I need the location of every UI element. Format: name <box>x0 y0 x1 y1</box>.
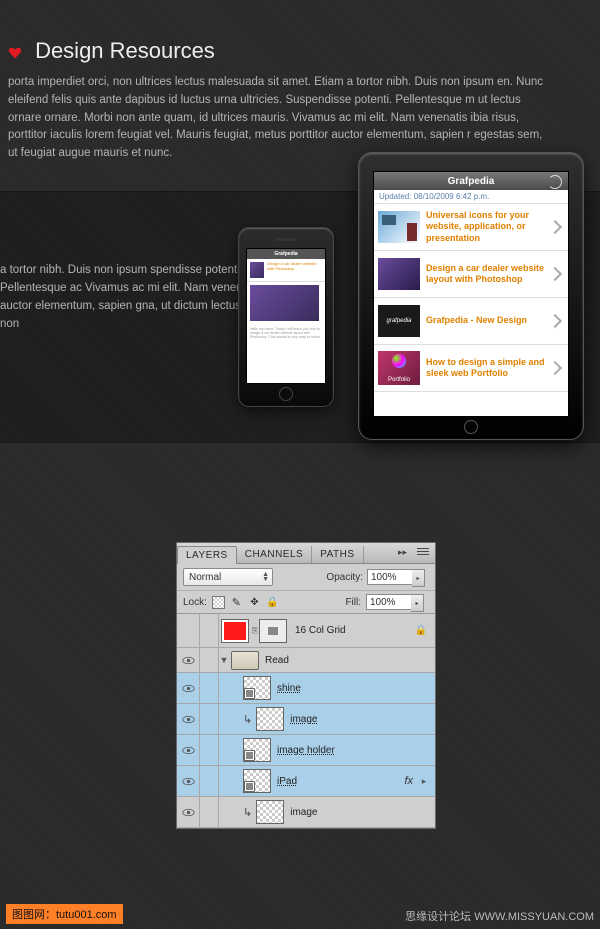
visibility-toggle[interactable] <box>177 614 200 647</box>
lock-position-icon[interactable]: ✥ <box>248 596 261 609</box>
collapse-icon[interactable]: ▸▸ <box>398 547 407 558</box>
fx-disclosure[interactable]: ▸ <box>419 776 429 787</box>
layer-thumb <box>256 800 284 824</box>
blend-mode-select[interactable]: Normal▲▼ <box>183 568 273 586</box>
ipad-row[interactable]: Design a car dealer website layout with … <box>374 251 568 298</box>
layer-mask <box>259 619 287 643</box>
opacity-input[interactable]: 100%▸ <box>367 569 413 585</box>
clip-indicator-icon: ↳ <box>243 713 252 726</box>
visibility-toggle[interactable] <box>177 673 200 703</box>
visibility-toggle[interactable] <box>177 735 200 765</box>
ipad-row[interactable]: Universal icons for your website, applic… <box>374 204 568 251</box>
layer-thumb <box>243 769 271 793</box>
fill-input[interactable]: 100%▸ <box>366 594 412 610</box>
devices-band: a tortor nibh. Duis non ipsum spendisse … <box>0 191 600 443</box>
layer-row[interactable]: ↳ image <box>177 797 435 828</box>
lock-all-icon[interactable]: 🔒 <box>266 596 279 609</box>
ipad-nav-title: Grafpedia <box>374 176 568 187</box>
fill-label: Fill: <box>345 597 361 608</box>
tab-channels[interactable]: CHANNELS <box>237 546 312 563</box>
thumb-portfolio: Portfolio <box>378 351 420 385</box>
tab-layers[interactable]: LAYERS <box>177 546 237 564</box>
iphone-row-text: Design a car dealer website with Photosh… <box>267 262 322 278</box>
layers-panel: LAYERS CHANNELS PATHS ▸▸ Normal▲▼ Opacit… <box>176 542 436 829</box>
visibility-toggle[interactable] <box>177 797 200 827</box>
chevron-right-icon <box>548 314 562 328</box>
layer-name: image <box>290 714 317 725</box>
layer-name: 16 Col Grid <box>295 625 346 636</box>
layer-row[interactable]: iPad fx ▸ <box>177 766 435 797</box>
layer-row[interactable]: image holder <box>177 735 435 766</box>
layer-name: Read <box>265 655 289 666</box>
visibility-toggle[interactable] <box>177 704 200 734</box>
page-title: Design Resources <box>35 38 215 64</box>
layer-name: image holder <box>277 745 335 756</box>
layer-name: image <box>290 807 317 818</box>
layer-row[interactable]: ⎘ 16 Col Grid 🔒 <box>177 614 435 648</box>
iphone-device: Grafpedia Design a car dealer website wi… <box>238 227 334 407</box>
chevron-right-icon <box>548 220 562 234</box>
tab-paths[interactable]: PATHS <box>312 546 363 563</box>
visibility-toggle[interactable] <box>177 766 200 796</box>
layer-name: shine <box>277 683 301 694</box>
layer-thumb <box>243 676 271 700</box>
fx-badge[interactable]: fx <box>404 775 413 787</box>
panel-menu-icon[interactable] <box>417 548 429 556</box>
ipad-row[interactable]: grafpedia Grafpedia - New Design <box>374 298 568 345</box>
layer-name: iPad <box>277 776 297 787</box>
layer-row[interactable]: shine <box>177 673 435 704</box>
layer-thumb <box>243 738 271 762</box>
intro-text: porta imperdiet orci, non ultrices lectu… <box>8 64 558 163</box>
visibility-toggle[interactable] <box>177 648 200 672</box>
thumb-grafpedia: grafpedia <box>378 305 420 337</box>
ipad-home-button[interactable] <box>464 420 478 434</box>
watermark-right: 思缘设计论坛 WWW.MISSYUAN.COM <box>405 908 594 924</box>
lock-transparent-icon[interactable] <box>212 596 225 609</box>
clip-indicator-icon: ↳ <box>243 806 252 819</box>
layer-thumb <box>221 619 249 643</box>
chevron-right-icon <box>548 361 562 375</box>
lock-label: Lock: <box>183 597 207 608</box>
lock-icon: 🔒 <box>415 625 427 636</box>
layer-group-row[interactable]: ▼ Read <box>177 648 435 673</box>
ipad-device: Grafpedia Updated: 08/10/2009 6:42 p.m. … <box>358 152 584 440</box>
heart-icon <box>8 46 22 60</box>
opacity-label: Opacity: <box>326 572 363 583</box>
thumb-icons <box>378 211 420 243</box>
iphone-body: Hello my friend. Today I will teach you … <box>247 324 325 343</box>
thumb-car-dealer <box>378 258 420 290</box>
watermark-left: 图图网：tutu001.com <box>6 904 123 924</box>
panel-tabs: LAYERS CHANNELS PATHS ▸▸ <box>177 543 435 564</box>
folder-icon <box>231 651 259 670</box>
iphone-home-button[interactable] <box>279 387 293 401</box>
layer-row[interactable]: ↳ image <box>177 704 435 735</box>
ipad-updated: Updated: 08/10/2009 6:42 p.m. <box>374 190 568 204</box>
layer-thumb <box>256 707 284 731</box>
chevron-right-icon <box>548 267 562 281</box>
refresh-icon[interactable] <box>548 175 562 189</box>
disclosure-triangle[interactable]: ▼ <box>219 655 229 665</box>
ipad-row[interactable]: Portfolio How to design a simple and sle… <box>374 345 568 392</box>
iphone-nav-title: Grafpedia <box>247 249 325 259</box>
lock-pixels-icon[interactable]: ✎ <box>230 596 243 609</box>
